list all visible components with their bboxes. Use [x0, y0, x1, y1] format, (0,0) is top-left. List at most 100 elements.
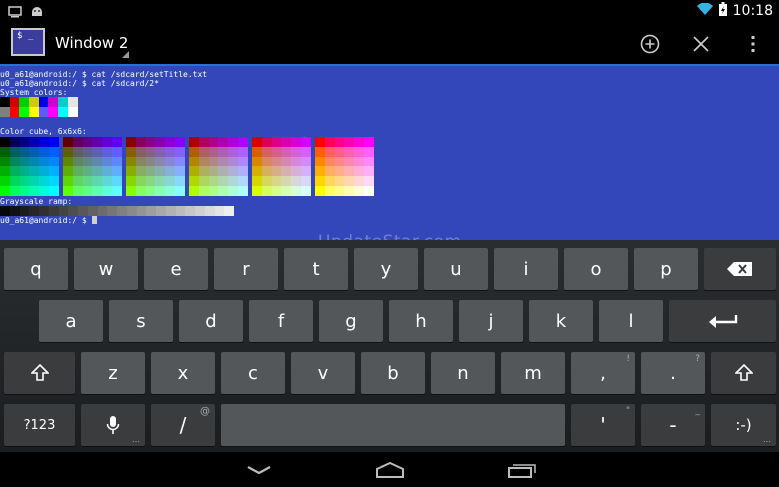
color-cube-cell — [72, 146, 83, 157]
backspace-key[interactable] — [704, 248, 776, 290]
key-dash[interactable]: - _ — [641, 404, 705, 446]
grayscale-step — [39, 206, 49, 216]
key-x[interactable]: x — [151, 352, 215, 394]
key-s[interactable]: s — [109, 300, 173, 342]
color-cube-cell — [63, 166, 73, 177]
terminal-line: u0_a61@android:/ $ cat /sdcard/2* — [0, 79, 159, 88]
key-period[interactable]: . ? — [641, 352, 705, 394]
color-cube-cell — [271, 176, 282, 187]
enter-key[interactable] — [669, 300, 776, 342]
recent-apps-button[interactable] — [502, 458, 542, 482]
color-cube-cell — [238, 186, 248, 196]
color-cube-block — [63, 137, 122, 196]
color-cube-cell — [19, 156, 30, 167]
key-n[interactable]: n — [431, 352, 495, 394]
key-w[interactable]: w — [74, 248, 138, 290]
voice-input-key[interactable]: … — [81, 404, 145, 446]
color-cube-cell — [238, 166, 248, 177]
color-cube-cell — [49, 146, 59, 157]
terminal-view[interactable]: u0_a61@android:/ $ cat /sdcard/setTitle.… — [0, 64, 779, 240]
new-window-button[interactable] — [636, 30, 664, 58]
color-cube-cell — [189, 166, 199, 177]
close-window-button[interactable] — [687, 30, 715, 58]
color-cube-cell — [315, 137, 325, 147]
terminal-app-icon[interactable]: $ _ — [11, 28, 45, 56]
color-cube-cell — [281, 176, 292, 187]
grayscale-step — [126, 206, 137, 216]
key-e[interactable]: e — [144, 248, 208, 290]
color-cube-cell — [354, 137, 365, 147]
key-p[interactable]: p — [634, 248, 698, 290]
shift-key-right[interactable] — [711, 352, 776, 394]
color-cube-cell — [49, 176, 59, 187]
key-q[interactable]: q — [4, 248, 68, 290]
color-cube-cell — [228, 186, 239, 196]
color-cube-cell — [112, 156, 122, 167]
color-cube-cell — [271, 146, 282, 157]
overflow-menu-button[interactable] — [739, 30, 767, 58]
symbols-key[interactable]: ?123 — [4, 404, 75, 446]
color-cube-cell — [19, 176, 30, 187]
key-u[interactable]: u — [424, 248, 488, 290]
color-cube-cell — [281, 156, 292, 167]
color-cube-cell — [165, 156, 176, 167]
color-cube-cell — [344, 176, 355, 187]
color-cube-cell — [145, 146, 156, 157]
color-cube-cell — [324, 146, 335, 157]
key-g[interactable]: g — [319, 300, 383, 342]
key-slash[interactable]: / @ — [151, 404, 215, 446]
key-comma[interactable]: , ! — [571, 352, 635, 394]
color-cube-cell — [189, 186, 199, 196]
key-z[interactable]: z — [81, 352, 145, 394]
color-cube-cell — [92, 146, 103, 157]
key-j[interactable]: j — [459, 300, 523, 342]
key-f[interactable]: f — [249, 300, 313, 342]
smiley-key[interactable]: :-) … — [711, 404, 776, 446]
key-v[interactable]: v — [291, 352, 355, 394]
more-options-indicator: … — [132, 435, 140, 444]
color-cube-cell — [145, 176, 156, 187]
space-bar[interactable] — [221, 404, 565, 446]
key-h[interactable]: h — [389, 300, 453, 342]
color-cube-cell — [198, 156, 209, 167]
grayscale-step — [175, 206, 186, 216]
key-apostrophe[interactable]: ' " — [571, 404, 635, 446]
key-k[interactable]: k — [529, 300, 593, 342]
key-r[interactable]: r — [214, 248, 278, 290]
color-cube-cell — [301, 146, 311, 157]
color-cube-cell — [49, 166, 59, 177]
color-cube-cell — [208, 146, 219, 157]
color-cube-cell — [155, 176, 166, 187]
key-m[interactable]: m — [501, 352, 565, 394]
key-i[interactable]: i — [494, 248, 558, 290]
clock: 10:18 — [732, 3, 773, 19]
color-cube-cell — [208, 137, 219, 147]
color-cube-cell — [228, 137, 239, 147]
color-cube-cell — [9, 166, 20, 177]
key-y[interactable]: y — [354, 248, 418, 290]
key-o[interactable]: o — [564, 248, 628, 290]
color-cube-cell — [155, 137, 166, 147]
shift-icon — [30, 364, 49, 381]
shift-key-left[interactable] — [4, 352, 75, 394]
terminal-line: u0_a61@android:/ $ cat /sdcard/setTitle.… — [0, 70, 208, 79]
key-d[interactable]: d — [179, 300, 243, 342]
key-t[interactable]: t — [284, 248, 348, 290]
key-l[interactable]: l — [599, 300, 663, 342]
key-a[interactable]: a — [39, 300, 103, 342]
action-bar: $ _ Window 2 — [0, 22, 779, 64]
window-title[interactable]: Window 2 — [55, 34, 128, 52]
key-c[interactable]: c — [221, 352, 285, 394]
color-cube-cell — [112, 166, 122, 177]
color-cube-cell — [218, 186, 229, 196]
grayscale-step — [68, 206, 78, 216]
key-b[interactable]: b — [361, 352, 425, 394]
status-bar: 10:18 — [0, 0, 779, 22]
home-button[interactable] — [370, 458, 410, 482]
color-cube-cell — [63, 176, 73, 187]
color-cube-cell — [218, 166, 229, 177]
back-button[interactable] — [239, 458, 279, 482]
color-cube-cell — [189, 146, 199, 157]
color-cube-cell — [102, 146, 113, 157]
color-cube-cell — [19, 166, 30, 177]
